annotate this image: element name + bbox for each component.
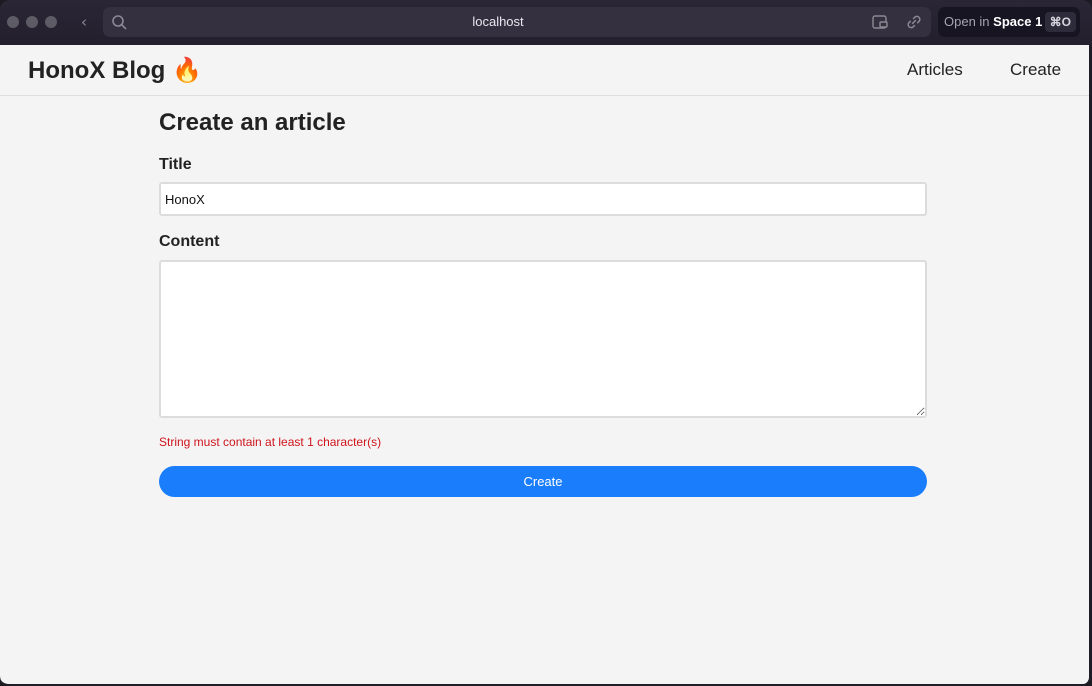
validation-error: String must contain at least 1 character… — [159, 435, 382, 449]
link-icon[interactable] — [905, 14, 923, 30]
nav-articles-link[interactable]: Articles — [907, 60, 963, 80]
site-logo[interactable]: HonoX Blog 🔥 — [28, 56, 202, 85]
browser-toolbar: ‹ localhost Open in Space 1 ⌘O — [0, 0, 1092, 45]
window-controls — [7, 16, 57, 28]
open-in-label: Open in — [944, 14, 990, 29]
page-content: HonoX Blog 🔥 Articles Create Create an a… — [0, 45, 1092, 686]
content-label: Content — [159, 233, 220, 250]
page-title: Create an article — [159, 109, 346, 136]
close-window-button[interactable] — [7, 16, 19, 28]
nav-create-link[interactable]: Create — [1010, 60, 1061, 80]
minimize-window-button[interactable] — [26, 16, 38, 28]
site-header: HonoX Blog 🔥 Articles Create — [0, 45, 1089, 96]
open-in-space-button[interactable]: Open in Space 1 ⌘O — [938, 7, 1080, 37]
create-button[interactable]: Create — [159, 466, 927, 497]
zoom-window-button[interactable] — [45, 16, 57, 28]
picture-in-picture-icon[interactable] — [871, 14, 889, 30]
url-text: localhost — [472, 14, 524, 29]
title-input[interactable] — [159, 182, 927, 216]
title-label: Title — [159, 156, 192, 173]
address-bar[interactable]: localhost — [103, 7, 931, 37]
browser-window: ‹ localhost Open in Space 1 ⌘O HonoX Blo… — [0, 0, 1092, 686]
create-article-form: Create an article Title Content String m… — [159, 109, 927, 497]
shortcut-badge: ⌘O — [1044, 12, 1076, 32]
back-arrow-icon[interactable]: ‹ — [76, 12, 92, 32]
space-name: Space 1 — [993, 14, 1043, 29]
content-textarea[interactable] — [159, 260, 927, 418]
